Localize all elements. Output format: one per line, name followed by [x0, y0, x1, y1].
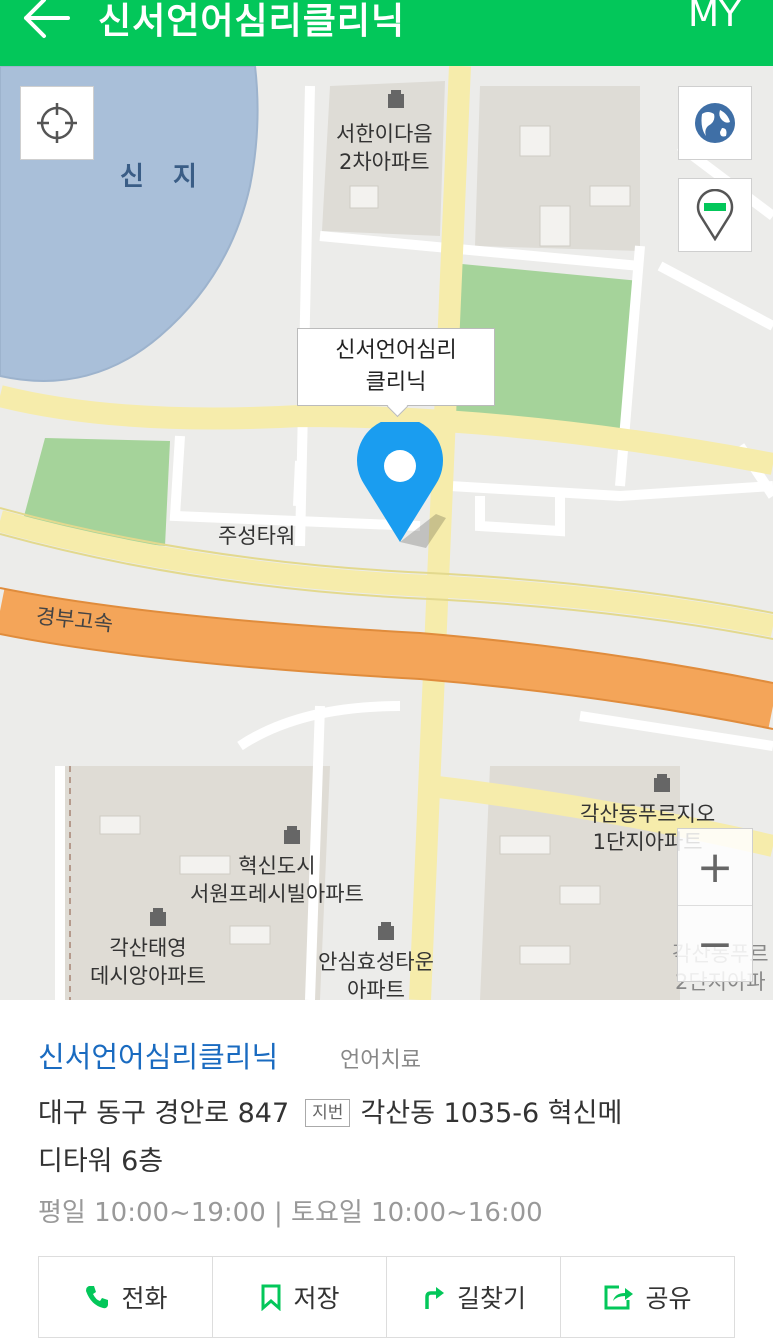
address-block: 대구 동구 경안로 847 지번 각산동 1035-6 혁신메디타워 6층	[38, 1090, 738, 1186]
callout-line2: 클리닉	[365, 370, 427, 395]
callout-line1: 신서언어심리	[335, 338, 457, 363]
call-label: 전화	[121, 1284, 168, 1313]
selected-place-marker-icon[interactable]	[356, 422, 446, 548]
poi-taeyoung-apartment[interactable]: 각산태영 데시앙아파트	[90, 934, 206, 990]
save-label: 저장	[293, 1284, 340, 1313]
location-pin-icon	[696, 189, 734, 241]
zoom-in-button[interactable]: +	[678, 829, 752, 905]
poi-ansim-line2: 아파트	[346, 978, 405, 1000]
apartment-icon	[378, 922, 394, 940]
place-category: 언어치료	[340, 1048, 421, 1073]
directions-button[interactable]: 길찾기	[387, 1257, 561, 1337]
poi-hyeoksin-line2: 서원프레시빌아파트	[190, 882, 364, 906]
nearby-places-button[interactable]	[678, 178, 752, 252]
map-view[interactable]: 신 지 경부고속 서한이다음 2차아파트 주성타워 각산동푸르지오 1단지아파트…	[0, 66, 773, 1000]
my-button[interactable]: MY	[688, 0, 741, 35]
share-label: 공유	[645, 1284, 692, 1313]
jibun-badge: 지번	[305, 1098, 351, 1127]
road-address: 대구 동구 경안로 847	[38, 1098, 290, 1129]
zoom-controls: + −	[677, 828, 753, 982]
crosshair-icon	[37, 103, 77, 143]
place-name-link[interactable]: 신서언어심리클리닉	[38, 1034, 278, 1076]
poi-taeyoung-line1: 각산태영	[109, 936, 187, 960]
poi-seohan-line2: 2차아파트	[338, 150, 430, 174]
place-info-panel: 신서언어심리클리닉 언어치료 대구 동구 경안로 847 지번 각산동 1035-6…	[0, 1000, 773, 1341]
zoom-out-button[interactable]: −	[678, 905, 752, 982]
poi-hyeoksin-apartment[interactable]: 혁신도시 서원프레시빌아파트	[190, 852, 364, 908]
poi-jusung-tower-label[interactable]: 주성타워	[218, 522, 295, 550]
globe-icon	[695, 103, 735, 143]
current-location-button[interactable]	[20, 86, 94, 160]
top-app-bar: 신서언어심리클리닉 MY	[0, 0, 773, 66]
directions-label: 길찾기	[456, 1284, 526, 1313]
poi-seohan-apartment[interactable]: 서한이다음 2차아파트	[336, 120, 433, 176]
business-hours: 평일 10:00~19:00 | 토요일 10:00~16:00	[38, 1198, 543, 1228]
call-button[interactable]: 전화	[39, 1257, 213, 1337]
save-button[interactable]: 저장	[213, 1257, 387, 1337]
back-button[interactable]	[22, 0, 82, 46]
jibun-address-part1: 각산동 1035-6 혁신메	[360, 1098, 623, 1129]
place-callout[interactable]: 신서언어심리 클리닉	[297, 328, 495, 406]
lake-label: 신 지	[120, 162, 207, 192]
map-type-button[interactable]	[678, 86, 752, 160]
bookmark-icon	[259, 1283, 283, 1311]
poi-purujio-1-line1: 각산동푸르지오	[580, 802, 716, 826]
arrow-left-icon	[24, 0, 70, 38]
poi-taeyoung-line2: 데시앙아파트	[90, 964, 206, 988]
poi-ansim-line1: 안심효성타운	[318, 950, 434, 974]
phone-icon	[83, 1283, 111, 1311]
apartment-icon	[654, 774, 670, 792]
apartment-icon	[150, 908, 166, 926]
apartment-icon	[284, 826, 300, 844]
poi-seohan-line1: 서한이다음	[336, 122, 433, 146]
poi-hyeoksin-line1: 혁신도시	[238, 854, 316, 878]
jibun-address-part2: 디타워 6층	[38, 1146, 164, 1177]
share-button[interactable]: 공유	[561, 1257, 734, 1337]
apartment-icon	[388, 90, 404, 108]
page-title: 신서언어심리클리닉	[98, 1, 406, 42]
poi-ansim-apartment[interactable]: 안심효성타운 아파트	[318, 948, 434, 1000]
action-bar: 전화 저장 길찾기 공유	[38, 1256, 735, 1338]
share-icon	[603, 1283, 635, 1311]
directions-icon	[421, 1283, 447, 1311]
